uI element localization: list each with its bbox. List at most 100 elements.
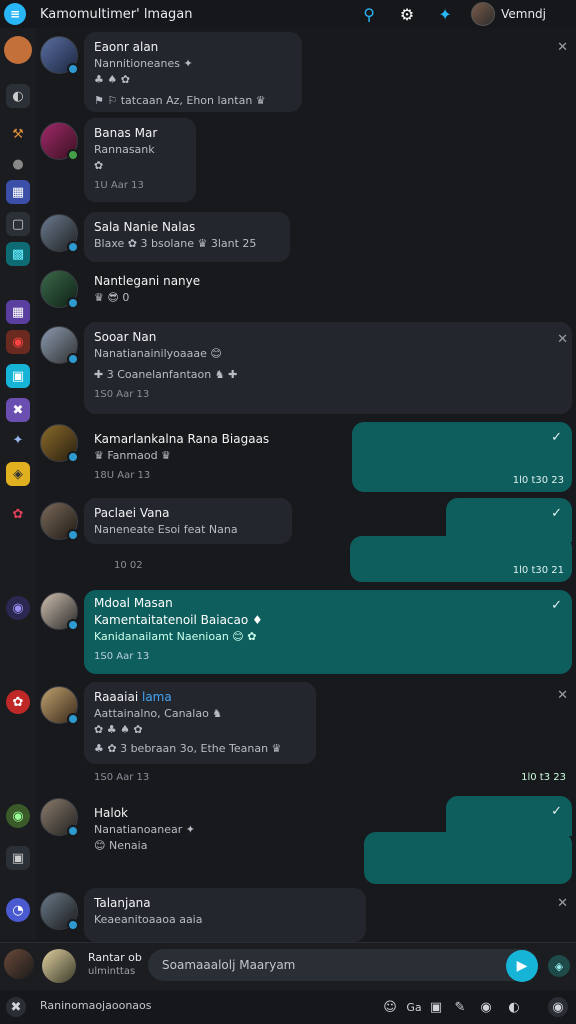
sent-bubble[interactable]: ✓ 1l0 t30 23 [352, 422, 572, 492]
message-bubble[interactable]: Sala Nanie Nalas Blaxe ✿ 3 bsolane ♛ 3la… [84, 212, 290, 262]
sender-name: Eaonr alan [94, 40, 159, 54]
send-icon: ▶ [516, 958, 528, 974]
avatar[interactable] [40, 326, 79, 365]
avatar[interactable] [40, 502, 79, 541]
notifications-icon[interactable]: ✦ [433, 2, 457, 26]
close-icon[interactable]: ✕ [557, 896, 568, 911]
rail-item-1[interactable]: ◐ [6, 84, 30, 108]
close-icon[interactable]: ✕ [557, 40, 568, 55]
message-text: Rannasank [94, 143, 155, 156]
contact-sub: ulminttas [88, 966, 136, 977]
close-icon[interactable]: ✕ [557, 688, 568, 703]
avatar[interactable] [40, 270, 79, 309]
rail-item-16[interactable]: ◉ [6, 804, 30, 828]
message-bubble[interactable]: Kamarlankalna Rana Biagaas ♛ Fanmaod ♛ 1… [84, 424, 304, 492]
message-row: Sooar Nan Nanatianainilyoaaae 😊 ✚ 3 Coan… [36, 322, 576, 414]
gear-icon[interactable]: ⚙ [395, 2, 419, 26]
rail-item-15[interactable]: ✿ [6, 690, 30, 714]
composer-action-icon[interactable]: ◈ [548, 955, 570, 977]
sender-first-name: Raaaiai [94, 690, 139, 704]
user-name[interactable]: Vemndj [501, 7, 546, 21]
close-icon[interactable]: ✖ [6, 997, 26, 1017]
rail-item-10[interactable]: ✖ [6, 398, 30, 422]
emoji-icon[interactable]: ☺ [380, 997, 400, 1017]
voice-button[interactable]: ◉ [548, 997, 568, 1017]
online-badge [67, 619, 79, 631]
rail-item-11[interactable]: ✦ [6, 428, 30, 452]
timestamp: 1l0 t30 21 [512, 565, 564, 576]
rail-item-8[interactable]: ◉ [6, 330, 30, 354]
message-bubble[interactable]: Paclaei Vana Naneneate Esoi feat Nana [84, 498, 292, 544]
message-text: Kamentaitatenoil Baiacao ♦ [94, 613, 263, 627]
user-avatar[interactable] [471, 2, 496, 26]
message-input[interactable]: Soamaaalolj Maaryam [148, 949, 538, 981]
rail-item-7[interactable]: ▦ [6, 300, 30, 324]
rail-item-18[interactable]: ◔ [6, 898, 30, 922]
sent-bubble[interactable]: Mdoal Masan Kamentaitatenoil Baiacao ♦ K… [84, 590, 572, 674]
close-icon[interactable]: ✕ [557, 332, 568, 347]
timestamp: 1l0 t3 23 [521, 772, 566, 783]
message-bubble[interactable]: Banas Mar Rannasank ✿ 1U Aar 13 [84, 118, 196, 202]
sent-bubble[interactable]: 1l0 t30 21 [350, 536, 572, 582]
message-bubble[interactable]: Eaonr alan Nannitioneanes ✦ ♣ ♠ ✿ ⚑ ⚐ ta… [84, 32, 302, 112]
rail-item-4[interactable]: ▦ [6, 180, 30, 204]
message-row: Sala Nanie Nalas Blaxe ✿ 3 bsolane ♛ 3la… [36, 212, 576, 262]
app-logo-icon[interactable]: ≡ [4, 3, 26, 25]
avatar[interactable] [40, 686, 79, 725]
rail-item-12[interactable]: ◈ [6, 462, 30, 486]
sticker-icon[interactable]: ✎ [450, 997, 470, 1017]
avatar[interactable] [40, 36, 79, 75]
avatar[interactable] [40, 798, 79, 837]
online-badge [67, 241, 79, 253]
message-text: ♣ ✿ 3 bebraan 3o, Ethe Teanan ♛ [94, 742, 282, 755]
avatar[interactable] [40, 592, 79, 631]
sender-name: Halok [94, 806, 129, 820]
message-text: ♛ Fanmaod ♛ [94, 449, 171, 462]
message-text: 😊 Nenaia [94, 839, 148, 852]
app-title: Kamomultimer' lmagan [40, 6, 193, 22]
rail-item-14[interactable]: ◉ [6, 596, 30, 620]
search-icon[interactable]: ⚲ [357, 2, 381, 26]
read-check-icon: ✓ [551, 506, 562, 521]
composer-avatar-2[interactable] [42, 949, 76, 983]
avatar[interactable] [40, 424, 79, 463]
avatar[interactable] [40, 214, 79, 253]
message-text: Kanidanailamt Naenioan 😊 ✿ [94, 630, 257, 643]
composer-avatar-1[interactable] [4, 949, 34, 979]
message-bubble[interactable]: Nantlegani nanye ♛ 😎 0 [84, 270, 234, 312]
rail-item-3[interactable]: ● [6, 152, 30, 176]
location-icon[interactable]: ◉ [476, 997, 496, 1017]
message-row: Banas Mar Rannasank ✿ 1U Aar 13 [36, 118, 576, 206]
sent-bubble[interactable]: ✓ [446, 796, 572, 836]
rail-item-6[interactable]: ▩ [6, 242, 30, 266]
online-badge [67, 297, 79, 309]
message-bubble[interactable]: Halok Nanatianoanear ✦ 😊 Nenaia [84, 798, 244, 858]
message-text: Nannitioneanes ✦ [94, 57, 193, 70]
rail-item-17[interactable]: ▣ [6, 846, 30, 870]
rail-item-13[interactable]: ✿ [6, 502, 30, 526]
camera-icon[interactable]: ◐ [504, 997, 524, 1017]
avatar[interactable] [40, 122, 79, 161]
rail-avatar[interactable] [4, 36, 32, 64]
timestamp: 1l0 t30 23 [512, 475, 564, 486]
message-text: Keaeanitoaaoa aaia [94, 913, 203, 926]
timestamp: 18U Aar 13 [94, 470, 151, 481]
message-bubble[interactable]: Sooar Nan Nanatianainilyoaaae 😊 ✚ 3 Coan… [84, 322, 572, 414]
send-button[interactable]: ▶ [506, 950, 538, 982]
rail-item-5[interactable]: ▢ [6, 212, 30, 236]
timestamp: 1S0 Aar 13 [94, 772, 150, 783]
attach-icon[interactable]: ▣ [426, 997, 446, 1017]
sender-name: Talanjana [94, 896, 151, 910]
online-badge [67, 919, 79, 931]
rail-item-9[interactable]: ▣ [6, 364, 30, 388]
sender-name: Kamarlankalna Rana Biagaas [94, 432, 270, 446]
sender-name: Sooar Nan [94, 330, 157, 344]
gif-button[interactable]: Ga [404, 997, 424, 1017]
message-bubble[interactable]: Raaaiai lama Aattainalno, Canalao ♞ ✿ ♣ … [84, 682, 316, 764]
rail-item-2[interactable]: ⚒ [6, 122, 30, 146]
message-bubble[interactable]: Talanjana Keaeanitoaaoa aaia [84, 888, 366, 942]
sent-bubble[interactable] [364, 832, 572, 884]
title-bar: ≡ Kamomultimer' lmagan ⚲ ⚙ ✦ Vemndj [0, 0, 576, 28]
avatar[interactable] [40, 892, 79, 931]
sender-name: Sala Nanie Nalas [94, 220, 196, 234]
